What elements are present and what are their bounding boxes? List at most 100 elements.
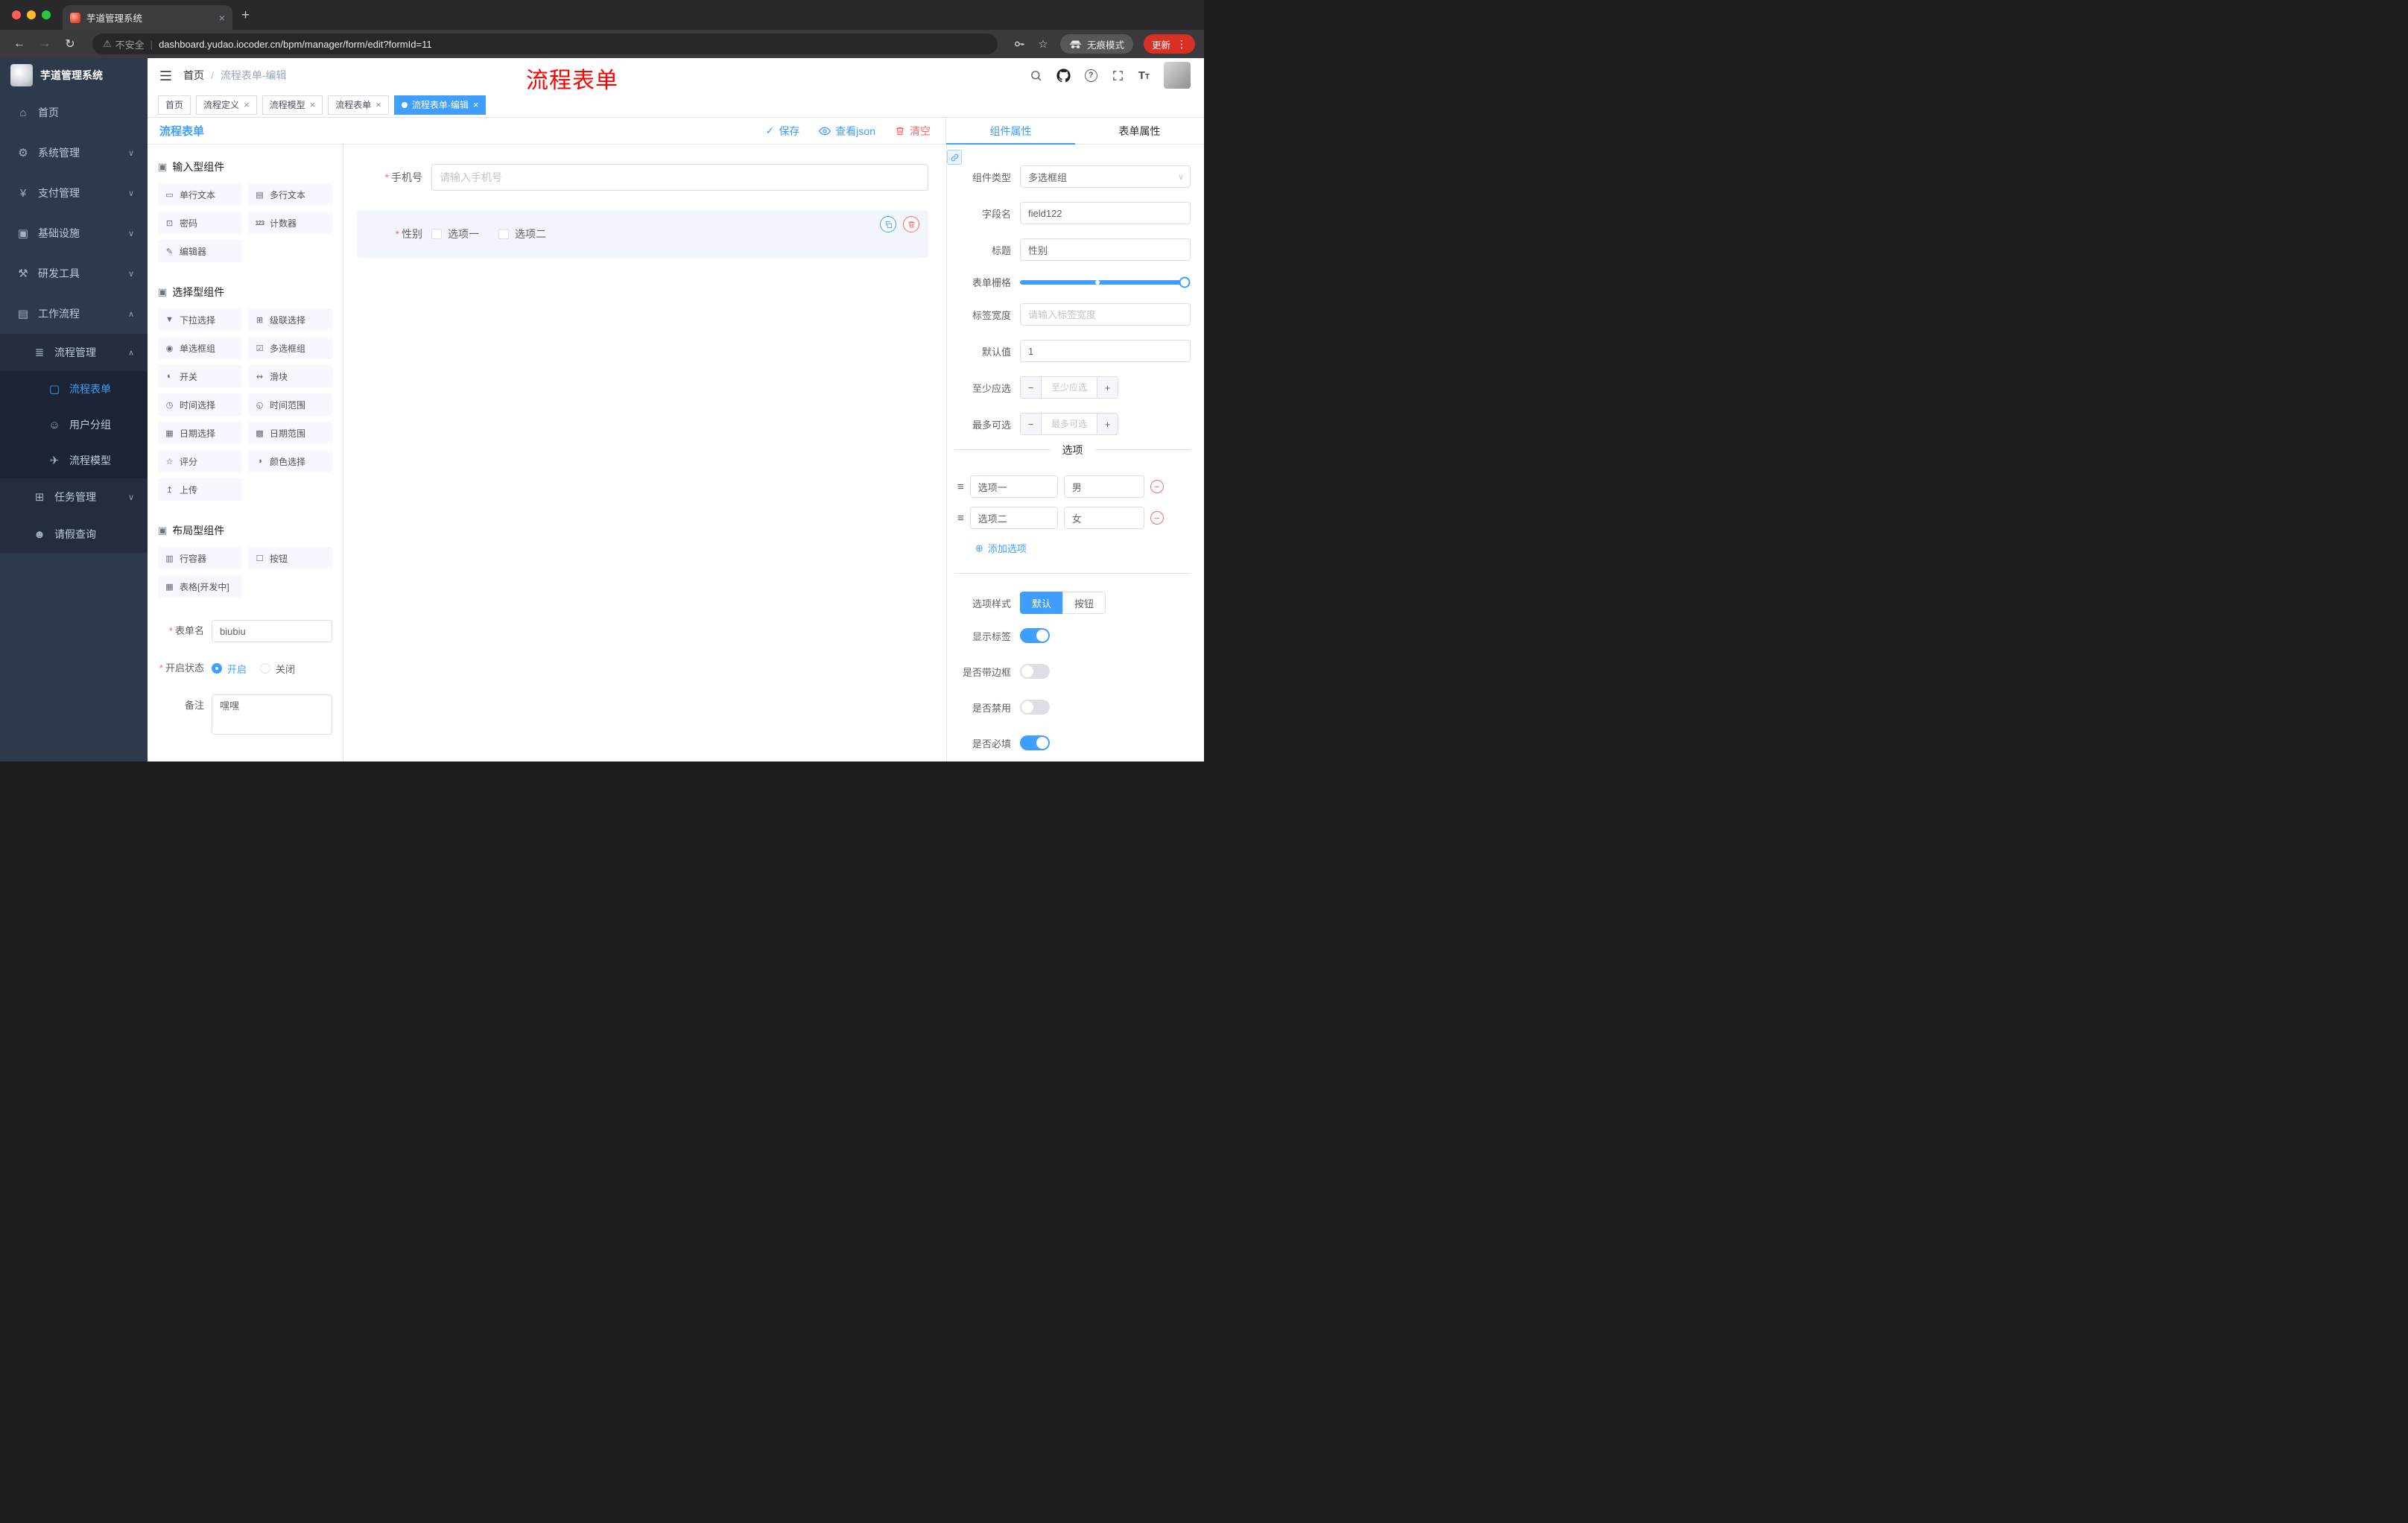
address-bar[interactable]: ⚠ 不安全 | dashboard.yudao.iocoder.cn/bpm/m… xyxy=(92,34,998,54)
palette-item-time-picker[interactable]: ◷ 时间选择 xyxy=(158,393,242,416)
add-option-link[interactable]: ⊕ 添加选项 xyxy=(975,541,1027,555)
form-canvas[interactable]: * 手机号 请输入手机号 * 性别 选项一 选项二 xyxy=(343,145,946,762)
view-json-button[interactable]: 查看json xyxy=(819,124,875,139)
delete-widget-button[interactable] xyxy=(903,216,919,232)
palette-item-table[interactable]: ▦ 表格[开发中] xyxy=(158,575,242,598)
palette-item-counter[interactable]: 123 计数器 xyxy=(248,212,332,234)
sidebar-item-workflow[interactable]: ▤ 工作流程 ∧ xyxy=(0,294,148,334)
component-type-select[interactable]: 多选框组 ∨ xyxy=(1020,165,1191,188)
tab-close-icon[interactable]: × xyxy=(219,12,225,24)
grid-slider[interactable] xyxy=(1020,276,1191,288)
new-tab-button[interactable]: + xyxy=(241,8,250,22)
option2-label-input[interactable] xyxy=(969,507,1058,529)
close-window-button[interactable] xyxy=(12,10,21,19)
minimize-window-button[interactable] xyxy=(27,10,36,19)
increase-button[interactable]: + xyxy=(1097,414,1118,434)
palette-item-editor[interactable]: ✎ 编辑器 xyxy=(158,240,242,262)
close-icon[interactable]: × xyxy=(310,99,316,110)
drag-handle-icon[interactable]: ≡ xyxy=(957,512,964,525)
palette-item-date-picker[interactable]: ▦ 日期选择 xyxy=(158,422,242,444)
browser-menu-icon[interactable]: ⋮ xyxy=(1176,38,1187,51)
sidebar-item-task-mgmt[interactable]: ⊞ 任务管理 ∨ xyxy=(0,478,148,516)
palette-item-color-picker[interactable]: ◑ 颜色选择 xyxy=(248,450,332,472)
search-icon[interactable] xyxy=(1030,69,1042,82)
zoom-window-button[interactable] xyxy=(42,10,51,19)
phone-input[interactable] xyxy=(431,164,928,191)
style-button-button[interactable]: 按钮 xyxy=(1062,592,1106,614)
gender-option1-checkbox[interactable]: 选项一 xyxy=(431,227,479,241)
palette-item-row-container[interactable]: ▥ 行容器 xyxy=(158,547,242,569)
tag-process-model[interactable]: 流程模型 × xyxy=(262,95,323,115)
option1-value-input[interactable] xyxy=(1063,475,1144,498)
sidebar-item-process-model[interactable]: ✈ 流程模型 xyxy=(0,443,148,478)
palette-item-radio-group[interactable]: ◉ 单选框组 xyxy=(158,337,242,359)
increase-button[interactable]: + xyxy=(1097,377,1118,398)
option1-label-input[interactable] xyxy=(969,475,1058,498)
required-switch[interactable] xyxy=(1020,735,1050,750)
default-value-input[interactable] xyxy=(1020,340,1191,362)
decrease-button[interactable]: − xyxy=(1021,377,1042,398)
field-name-input[interactable] xyxy=(1020,202,1191,224)
chrome-update-button[interactable]: 更新 ⋮ xyxy=(1143,34,1195,54)
tab-form-props[interactable]: 表单属性 xyxy=(1075,118,1204,144)
breadcrumb-home[interactable]: 首页 xyxy=(183,68,204,83)
link-badge-icon[interactable] xyxy=(947,150,962,165)
remark-textarea[interactable]: 嘿嘿 xyxy=(212,694,332,735)
sidebar-item-process-form[interactable]: ▢ 流程表单 xyxy=(0,371,148,407)
copy-widget-button[interactable] xyxy=(880,216,896,232)
sidebar-item-infrastructure[interactable]: ▣ 基础设施 ∨ xyxy=(0,213,148,253)
drag-handle-icon[interactable]: ≡ xyxy=(957,481,964,493)
user-avatar[interactable] xyxy=(1164,62,1191,89)
tag-home[interactable]: 首页 xyxy=(158,95,191,115)
option2-value-input[interactable] xyxy=(1063,507,1144,529)
title-input[interactable] xyxy=(1020,238,1191,261)
sidebar-item-home[interactable]: ⌂ 首页 xyxy=(0,92,148,133)
forward-button[interactable]: → xyxy=(34,34,55,54)
sidebar-item-user-group[interactable]: ☺ 用户分组 xyxy=(0,407,148,443)
tag-process-form[interactable]: 流程表单 × xyxy=(328,95,389,115)
github-icon[interactable] xyxy=(1056,68,1071,83)
remove-option-button[interactable]: − xyxy=(1150,511,1164,525)
back-button[interactable]: ← xyxy=(9,34,30,54)
with-border-switch[interactable] xyxy=(1020,664,1050,679)
sidebar-item-process-mgmt[interactable]: ≣ 流程管理 ∧ xyxy=(0,334,148,371)
close-icon[interactable]: × xyxy=(473,99,479,110)
fullscreen-icon[interactable] xyxy=(1112,69,1124,82)
status-off-radio[interactable]: 关闭 xyxy=(260,662,295,676)
palette-item-checkbox-group[interactable]: ☑ 多选框组 xyxy=(248,337,332,359)
hamburger-menu-icon[interactable] xyxy=(148,58,183,92)
sidebar-item-payment-mgmt[interactable]: ¥ 支付管理 ∨ xyxy=(0,173,148,213)
font-size-icon[interactable]: TT xyxy=(1138,69,1150,82)
palette-item-slider[interactable]: ↭ 滑块 xyxy=(248,365,332,387)
close-icon[interactable]: × xyxy=(244,99,250,110)
tag-process-definition[interactable]: 流程定义 × xyxy=(196,95,257,115)
password-key-icon[interactable] xyxy=(1010,38,1029,50)
slider-handle[interactable] xyxy=(1179,276,1191,288)
palette-item-password[interactable]: ⊡ 密码 xyxy=(158,212,242,234)
sidebar-logo[interactable]: 芋道管理系统 xyxy=(0,58,148,92)
security-status[interactable]: ⚠ 不安全 xyxy=(103,37,145,51)
palette-item-button[interactable]: ☐ 按钮 xyxy=(248,547,332,569)
reload-button[interactable]: ↻ xyxy=(60,34,80,54)
palette-item-switch[interactable]: ◐ 开关 xyxy=(158,365,242,387)
remove-option-button[interactable]: − xyxy=(1150,480,1164,493)
palette-item-date-range[interactable]: ▩ 日期范围 xyxy=(248,422,332,444)
palette-item-single-text[interactable]: ▭ 单行文本 xyxy=(158,183,242,206)
tag-process-form-edit[interactable]: 流程表单-编辑 × xyxy=(393,95,487,115)
gender-field-selected[interactable]: * 性别 选项一 选项二 xyxy=(357,210,928,258)
sidebar-item-leave-query[interactable]: ☻ 请假查询 xyxy=(0,516,148,553)
palette-item-time-range[interactable]: ◵ 时间范围 xyxy=(248,393,332,416)
palette-item-upload[interactable]: ↥ 上传 xyxy=(158,478,242,501)
status-on-radio[interactable]: 开启 xyxy=(212,662,247,676)
show-label-switch[interactable] xyxy=(1020,628,1050,643)
form-name-input[interactable] xyxy=(212,620,332,642)
tab-component-props[interactable]: 组件属性 xyxy=(946,118,1075,145)
gender-option2-checkbox[interactable]: 选项二 xyxy=(498,227,546,241)
close-icon[interactable]: × xyxy=(376,99,381,110)
style-default-button[interactable]: 默认 xyxy=(1020,592,1063,614)
palette-item-cascader[interactable]: ⊞ 级联选择 xyxy=(248,308,332,331)
phone-field[interactable]: * 手机号 xyxy=(357,164,928,191)
max-select-input[interactable] xyxy=(1042,414,1097,434)
save-button[interactable]: ✓ 保存 xyxy=(766,124,800,139)
label-width-input[interactable] xyxy=(1020,303,1191,326)
